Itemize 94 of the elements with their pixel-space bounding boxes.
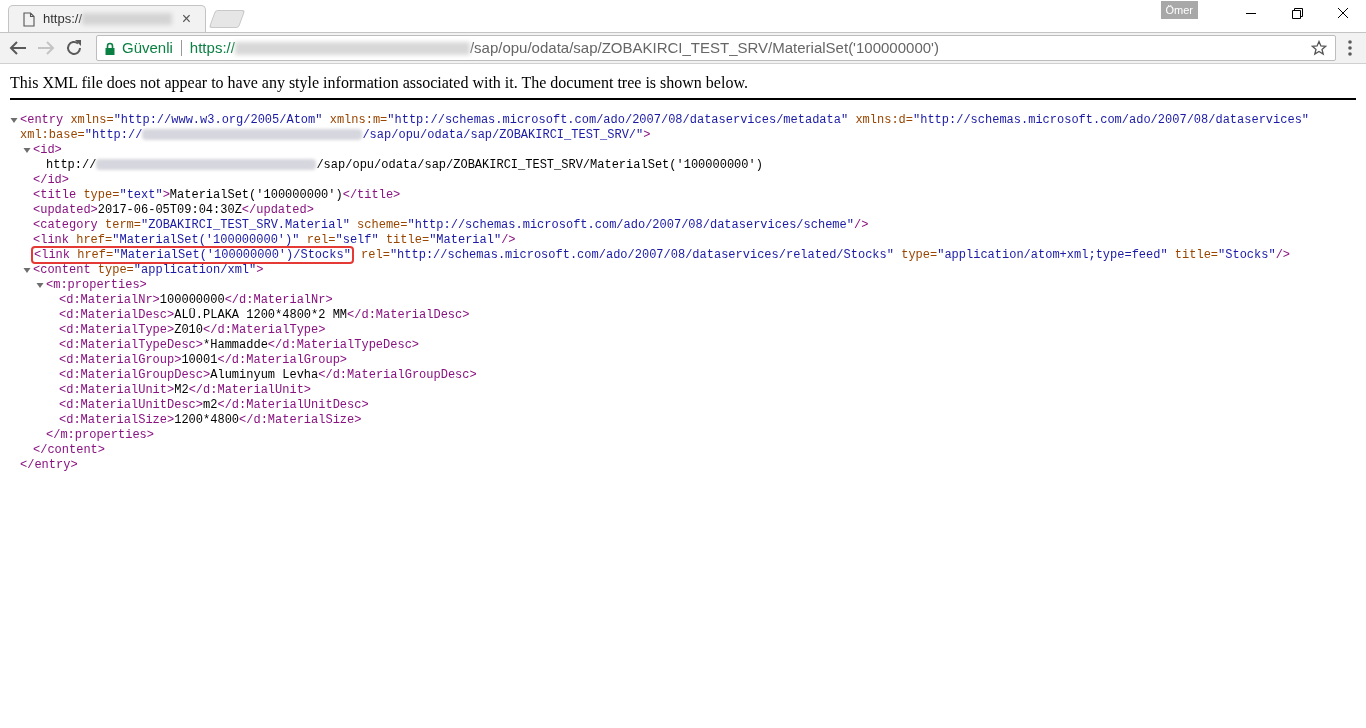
xml-tag: <d:MaterialUnit>	[59, 383, 175, 397]
xml-tag: </id>	[33, 173, 69, 187]
xml-tag: </d:MaterialTypeDesc>	[267, 338, 420, 352]
attribute-value: "http://	[84, 128, 143, 142]
attribute-value: "http://schemas.microsoft.com/ado/2007/08/dataservices/related/Stocks"	[389, 248, 894, 262]
text-content: *Hammadde	[203, 338, 268, 352]
bookmark-star-icon[interactable]	[1311, 40, 1327, 56]
attribute-value: "text"	[119, 188, 163, 202]
xml-tag: <content	[33, 263, 91, 277]
xml-tag: <id>	[33, 143, 62, 157]
xml-tag: <d:MaterialTypeDesc>	[59, 338, 204, 352]
xml-tag: </title>	[342, 188, 401, 202]
xml-tag: >	[162, 188, 170, 202]
attribute-name: xmlns:m=	[329, 113, 388, 127]
text-content: 1200*4800	[174, 413, 240, 427]
xml-tag: </d:MaterialGroupDesc>	[318, 368, 477, 382]
attribute-name: xmlns:d=	[855, 113, 913, 127]
attribute-value: "MaterialSet('100000000')/Stocks"	[113, 248, 351, 262]
attribute-value: /sap/opu/odata/sap/ZOBAKIRCI_TEST_SRV/"	[362, 128, 644, 142]
attribute-name: type=	[97, 263, 134, 277]
xml-tag: <d:MaterialUnitDesc>	[59, 398, 204, 412]
xml-tag: <m:properties>	[46, 278, 147, 292]
attribute-name: href=	[76, 233, 113, 247]
xml-tag: </d:MaterialDesc>	[347, 308, 470, 322]
xml-tag: </d:MaterialGroup>	[217, 353, 348, 367]
attribute-value: "application/xml"	[133, 263, 257, 277]
xml-tag: />	[1275, 248, 1291, 262]
xml-tag: >	[643, 128, 651, 142]
xml-tag: </m:properties>	[46, 428, 155, 442]
attribute-name: xmlns=	[70, 113, 114, 127]
attribute-name: href=	[77, 248, 114, 262]
text-content: 100000000	[159, 293, 225, 307]
tab-title: https://	[43, 10, 83, 29]
xml-tag: </entry>	[20, 458, 78, 472]
xml-tag: <updated>	[33, 203, 98, 217]
attribute-value: "ZOBAKIRCI_TEST_SRV.Material"	[141, 218, 350, 232]
attribute-name: rel=	[361, 248, 390, 262]
attribute-value: "Stocks"	[1218, 248, 1276, 262]
text-content: Z010	[174, 323, 204, 337]
xml-tag: <entry	[20, 113, 64, 127]
xml-tag: </content>	[33, 443, 105, 457]
browser-tab[interactable]: https:// ×	[8, 5, 206, 32]
xml-tag: <d:MaterialGroup>	[59, 353, 182, 367]
attribute-name: scheme=	[357, 218, 408, 232]
xml-tag: <d:MaterialSize>	[59, 413, 175, 427]
xml-tag: <title	[33, 188, 77, 202]
text-content: Aluminyum Levha	[210, 368, 319, 382]
text-content: 2017-06-05T09:04:30Z	[97, 203, 242, 217]
attribute-name: type=	[83, 188, 120, 202]
attribute-value: "http://www.w3.org/2005/Atom"	[113, 113, 323, 127]
xml-tag: </d:MaterialNr>	[224, 293, 333, 307]
lock-icon	[105, 41, 115, 55]
xml-tag: </d:MaterialSize>	[239, 413, 362, 427]
attribute-name: rel=	[306, 233, 336, 247]
xml-tag: />	[501, 233, 516, 247]
attribute-value: "http://schemas.microsoft.com/ado/2007/08/dataservices/metadata"	[387, 113, 849, 127]
text-content: MaterialSet('100000000')	[169, 188, 343, 202]
page-icon	[23, 11, 35, 27]
attribute-value: "application/atom+xml;type=feed"	[937, 248, 1168, 262]
attribute-value: "self"	[335, 233, 379, 247]
attribute-value: "Material"	[429, 233, 502, 247]
url-path: /sap/opu/odata/sap/ZOBAKIRCI_TEST_SRV/MaterialSet('100000000')	[469, 37, 939, 58]
xml-tag: </d:MaterialUnitDesc>	[217, 398, 369, 412]
xml-tag: </d:MaterialUnit>	[188, 383, 312, 397]
text-content: m2	[203, 398, 218, 412]
xml-tag: <d:MaterialType>	[59, 323, 175, 337]
xml-tag: <category	[33, 218, 98, 232]
xml-tag: <link	[34, 248, 70, 262]
address-bar[interactable]: Güvenli https:// /sap/opu/odata/sap/ZOBAKIRCI_TEST_SRV/MaterialSet('100000000')	[96, 35, 1336, 61]
attribute-name: title=	[385, 233, 430, 247]
xml-tag: <d:MaterialNr>	[59, 293, 160, 307]
xml-tag: </d:MaterialType>	[203, 323, 326, 337]
xml-tag: </updated>	[241, 203, 314, 217]
text-content: ALÜ.PLAKA 1200*4800*2 MM	[174, 308, 348, 322]
attribute-value: "MaterialSet('100000000')"	[112, 233, 300, 247]
xml-tag: />	[854, 218, 869, 232]
attribute-value: "http://schemas.microsoft.com/ado/2007/08/dataservices/scheme"	[407, 218, 854, 232]
text-content: /sap/opu/odata/sap/ZOBAKIRCI_TEST_SRV/MaterialSet('100000000')	[316, 158, 763, 172]
xml-tag: <d:MaterialGroupDesc>	[59, 368, 211, 382]
attribute-value: "http://schemas.microsoft.com/ado/2007/08/dataservices"	[913, 113, 1310, 127]
url-scheme: https://	[189, 37, 235, 58]
text-content: M2	[174, 383, 189, 397]
attribute-name: type=	[901, 248, 938, 262]
xml-tag: <d:MaterialDesc>	[59, 308, 175, 322]
attribute-name: title=	[1174, 248, 1219, 262]
text-content: http://	[46, 158, 97, 172]
security-label: Güvenli	[122, 37, 173, 58]
notice-text: This XML file does not appear to have any style information associated with it. The document tree is shown below.	[10, 73, 749, 93]
close-tab-button[interactable]: ×	[181, 11, 191, 27]
text-content: 10001	[181, 353, 218, 367]
xml-tag: >	[256, 263, 264, 277]
attribute-name: term=	[105, 218, 142, 232]
xml-tag: <link	[33, 233, 69, 247]
attribute-name: xml:base=	[20, 128, 85, 142]
